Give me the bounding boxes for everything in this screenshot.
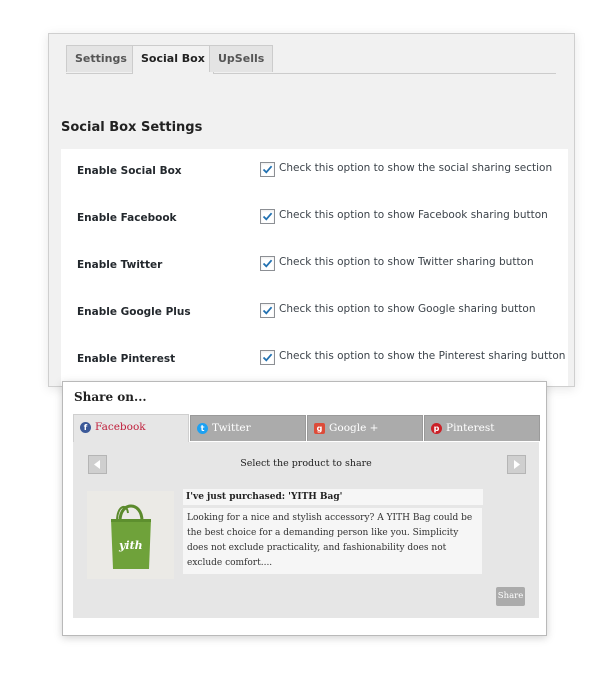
share-body: Select the product to share yith I've ju… [73,442,539,618]
settings-panel: Settings Social Box UpSells Social Box S… [48,33,575,387]
pinterest-icon: p [431,423,442,434]
option-description: Check this option to show the social sha… [279,162,553,174]
option-label: Enable Social Box [77,165,182,177]
product-image[interactable]: yith [87,491,174,579]
bag-logo-text: yith [118,539,143,552]
enable-twitter-checkbox[interactable] [260,256,275,271]
product-headline: I've just purchased: 'YITH Bag' [183,489,483,505]
arrow-right-icon [514,460,520,469]
option-row-google-plus: Enable Google Plus Check this option to … [61,290,568,337]
product-description: Looking for a nice and stylish accessory… [183,508,482,574]
enable-social-box-checkbox[interactable] [260,162,275,177]
checkmark-icon [262,165,273,174]
tab-google-plus[interactable]: g Google + [307,415,423,441]
checkmark-icon [262,259,273,268]
option-row-social-box: Enable Social Box Check this option to s… [61,149,568,196]
tab-label: Pinterest [446,422,495,434]
section-title: Social Box Settings [61,120,203,135]
option-description: Check this option to show Twitter sharin… [279,256,534,268]
tab-label: Twitter [212,422,251,434]
option-description: Check this option to show Google sharing… [279,303,536,315]
option-label: Enable Twitter [77,259,163,271]
tab-settings[interactable]: Settings [66,45,136,72]
tab-label: Google + [329,422,379,434]
tab-upsells[interactable]: UpSells [209,45,274,72]
share-tabs: f Facebook t Twitter g Google + p Pinter… [73,414,540,443]
options-table: Enable Social Box Check this option to s… [61,149,568,386]
bag-image: yith [87,491,174,579]
option-label: Enable Google Plus [77,306,191,318]
option-row-twitter: Enable Twitter Check this option to show… [61,243,568,290]
enable-google-plus-checkbox[interactable] [260,303,275,318]
checkmark-icon [262,353,273,362]
google-plus-icon: g [314,423,325,434]
option-description: Check this option to show the Pinterest … [279,350,566,362]
tab-label: Facebook [95,421,146,433]
share-widget: Share on... f Facebook t Twitter g Googl… [62,381,547,636]
checkmark-icon [262,212,273,221]
share-button[interactable]: Share [496,587,525,606]
option-label: Enable Pinterest [77,353,176,365]
enable-facebook-checkbox[interactable] [260,209,275,224]
checkmark-icon [262,306,273,315]
select-product-text: Select the product to share [240,458,372,469]
tab-social-box[interactable]: Social Box [132,45,214,74]
tab-facebook[interactable]: f Facebook [73,414,189,443]
product-details: I've just purchased: 'YITH Bag' Looking … [183,489,490,577]
tab-pinterest[interactable]: p Pinterest [424,415,540,441]
tab-twitter[interactable]: t Twitter [190,415,306,441]
next-product-button[interactable] [507,455,526,474]
settings-tabs: Settings Social Box UpSells [66,45,556,74]
enable-pinterest-checkbox[interactable] [260,350,275,365]
share-title: Share on... [74,390,147,404]
option-label: Enable Facebook [77,212,177,224]
option-row-pinterest: Enable Pinterest Check this option to sh… [61,337,568,384]
twitter-icon: t [197,423,208,434]
option-row-facebook: Enable Facebook Check this option to sho… [61,196,568,243]
facebook-icon: f [80,422,91,433]
option-description: Check this option to show Facebook shari… [279,209,548,221]
